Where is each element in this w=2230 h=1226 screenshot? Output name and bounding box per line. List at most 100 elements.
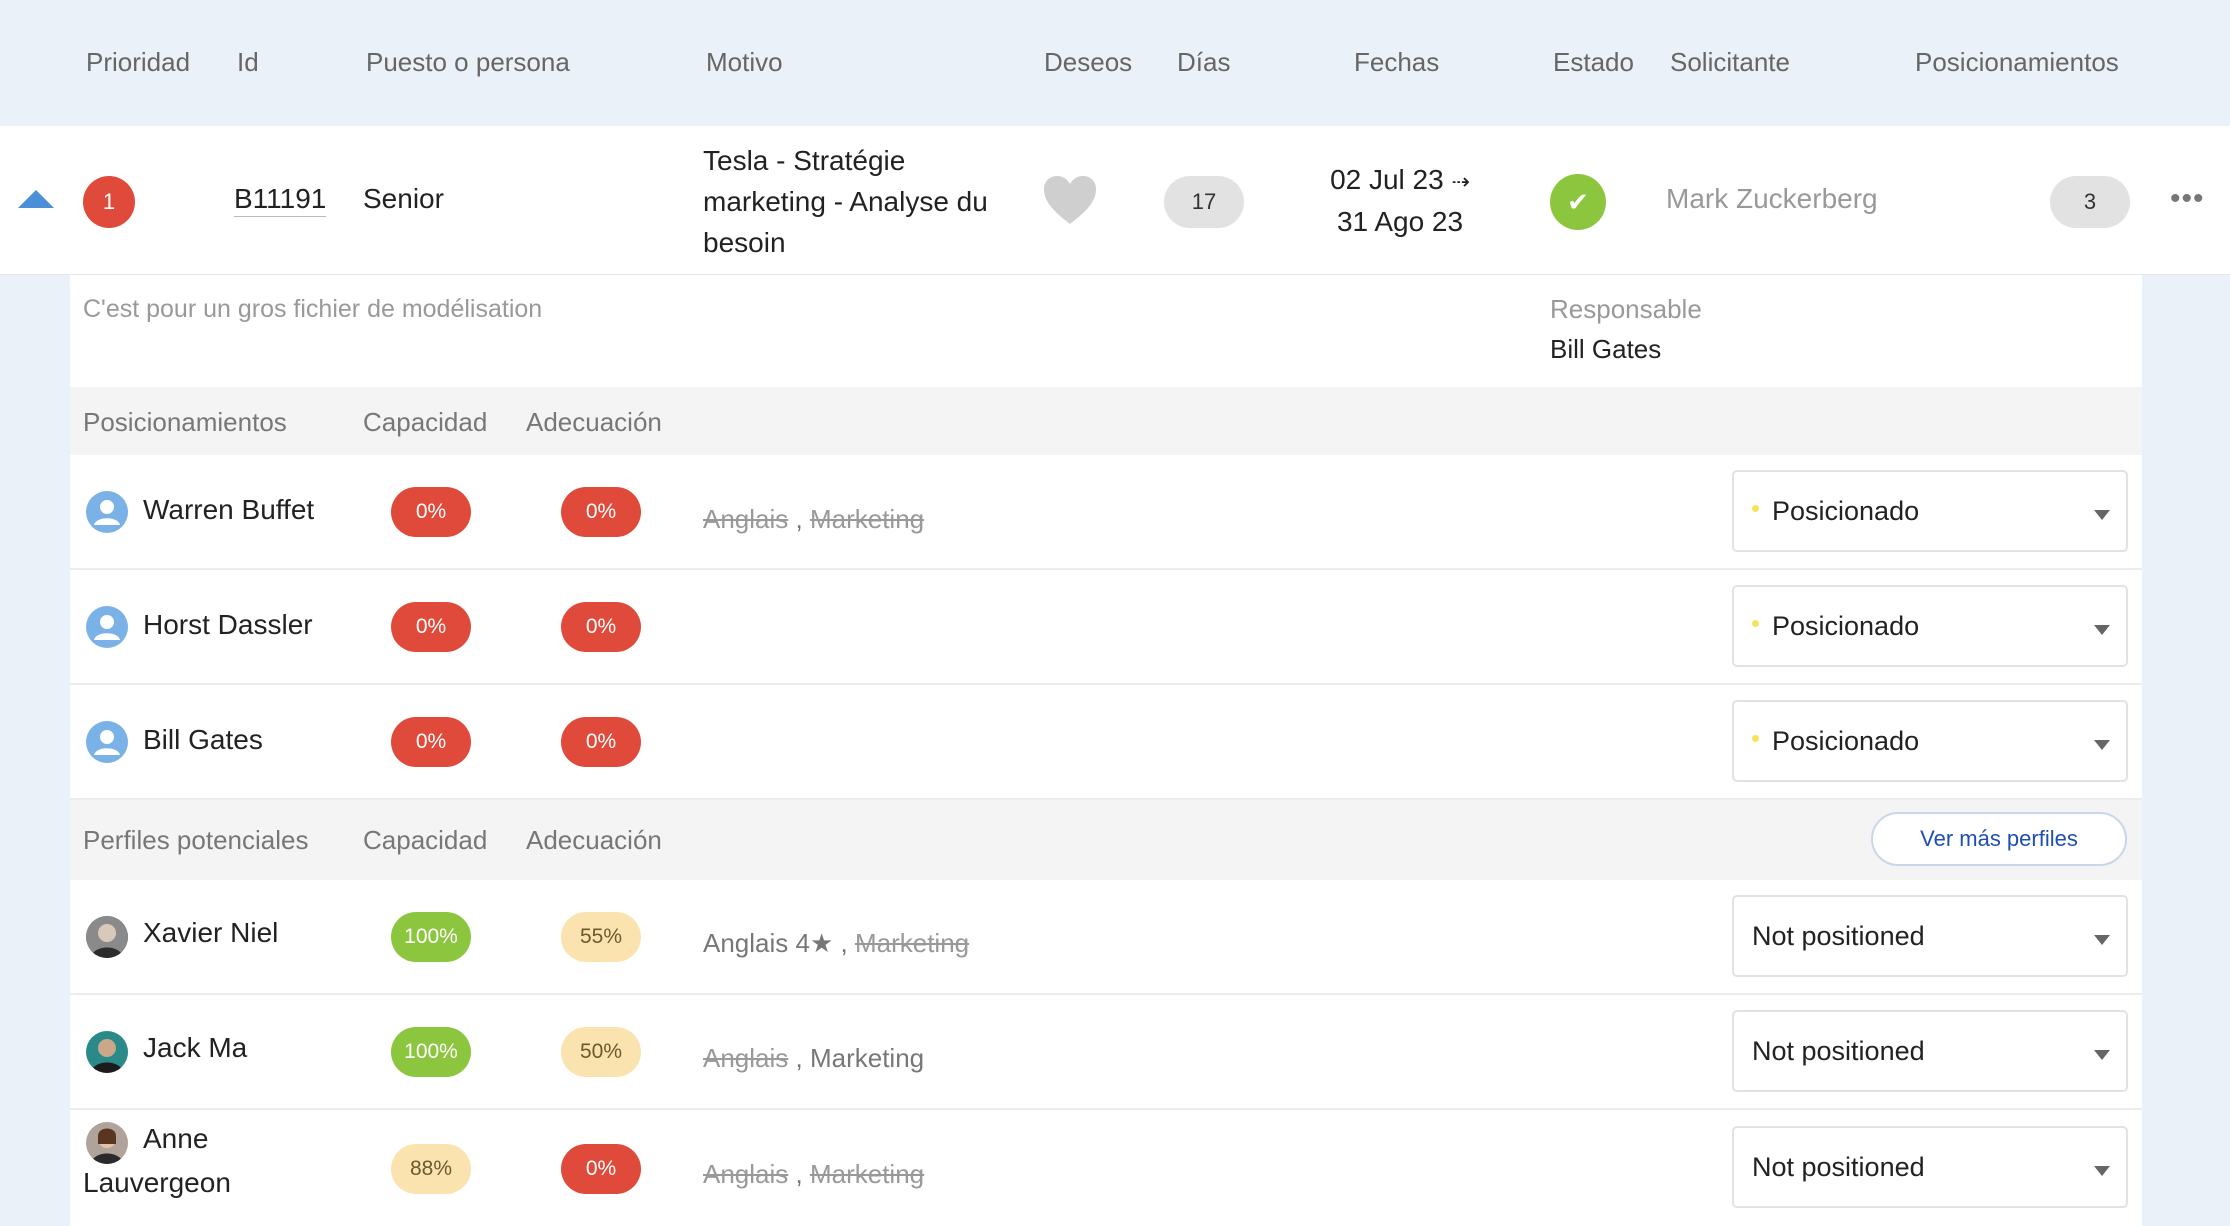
request-row[interactable]: 1 B11191 Senior Tesla - Stratégie market… [0,126,2230,275]
adecuacion-badge: 0% [561,602,641,652]
person-name[interactable]: Bill Gates [143,723,263,757]
skills-list: Anglais 4★ , Marketing [703,926,969,960]
status-dot-icon [1752,620,1759,627]
status-dropdown[interactable]: Posicionado [1732,700,2128,782]
potential-section-header: Perfiles potenciales Capacidad Adecuació… [70,800,2142,880]
star-icon: ★ [809,928,834,958]
status-dropdown[interactable]: Posicionado [1732,585,2128,667]
status-dropdown[interactable]: Posicionado [1732,470,2128,552]
skill-tag: Marketing [809,1043,925,1073]
see-more-profiles-button[interactable]: Ver más perfiles [1871,812,2127,866]
skills-list: Anglais , Marketing [703,1157,924,1191]
capacidad-badge: 0% [391,602,471,652]
fecha-fin: 31 Ago 23 [1336,206,1464,237]
skill-separator: , [833,928,855,958]
table-row[interactable]: Bill Gates 0% 0% Posicionado [70,685,2142,800]
status-dropdown-value: Posicionado [1772,726,1920,756]
adecuacion-badge: 0% [561,487,641,537]
more-options-icon[interactable]: ••• [2170,182,2205,216]
person-name[interactable]: Xavier Niel [143,916,278,950]
request-puesto: Senior [363,183,444,214]
request-solicitante: Mark Zuckerberg [1666,183,1878,214]
table-row[interactable]: Xavier Niel 100% 55% Anglais 4★ , Market… [70,880,2142,995]
request-motivo: Tesla - Stratégie marketing - Analyse du… [703,145,988,258]
avatar [86,1031,128,1073]
col-solicitante[interactable]: Solicitante [1670,44,1790,80]
request-description: C'est pour un gros fichier de modélisati… [83,295,543,323]
user-avatar-icon [86,721,128,763]
potential-section-title: Perfiles potenciales [83,825,309,855]
status-dropdown-value: Not positioned [1752,921,1925,951]
col-prioridad[interactable]: Prioridad [86,44,190,80]
col-puesto[interactable]: Puesto o persona [366,44,570,80]
adecuacion-badge: 0% [561,1144,641,1194]
status-dropdown[interactable]: Not positioned [1732,1126,2128,1208]
col-fechas[interactable]: Fechas [1354,44,1439,80]
person-name[interactable]: Horst Dassler [143,608,313,642]
person-name[interactable]: Warren Buffet [143,493,314,527]
collapse-chevron-up-icon[interactable] [18,190,54,208]
col-dias[interactable]: Días [1177,44,1230,80]
skill-tag: Marketing [809,504,925,534]
skill-tag: Marketing [809,1159,925,1189]
adecuacion-badge: 50% [561,1027,641,1077]
skill-tag: Anglais [703,504,789,534]
responsable-label: Responsable [1550,294,1702,324]
request-id-link[interactable]: B11191 [234,182,327,217]
potential-capacidad-header: Capacidad [363,825,488,855]
skill-separator: , [788,1159,810,1189]
col-motivo[interactable]: Motivo [706,44,783,80]
col-deseos[interactable]: Deseos [1044,44,1132,80]
skills-list: Anglais , Marketing [703,502,924,536]
positioned-section-title: Posicionamientos [83,407,287,437]
status-dropdown-value: Posicionado [1772,496,1920,526]
adecuacion-badge: 0% [561,717,641,767]
capacidad-badge: 100% [391,912,471,962]
skill-separator: , [788,1043,810,1073]
table-header: Prioridad Id Puesto o persona Motivo Des… [0,0,2230,127]
posicionamientos-count-badge[interactable]: 3 [2050,176,2130,228]
requests-page: Prioridad Id Puesto o persona Motivo Des… [0,0,2230,1226]
potential-adecuacion-header: Adecuación [526,825,662,855]
heart-icon[interactable] [1042,174,1098,226]
capacidad-badge: 0% [391,487,471,537]
status-dropdown[interactable]: Not positioned [1732,895,2128,977]
priority-badge: 1 [83,176,135,228]
positioned-capacidad-header: Capacidad [363,407,488,437]
person-name-continued[interactable]: Lauvergeon [83,1166,231,1200]
table-row[interactable]: Warren Buffet 0% 0% Anglais , Marketing … [70,455,2142,570]
status-check-icon: ✔ [1550,174,1606,230]
capacidad-badge: 88% [391,1144,471,1194]
status-dot-icon [1752,505,1759,512]
table-row[interactable]: Anne Lauvergeon 88% 0% Anglais , Marketi… [70,1110,2142,1226]
person-name[interactable]: Anne [143,1122,208,1156]
person-name[interactable]: Jack Ma [143,1031,247,1065]
col-id[interactable]: Id [237,44,259,80]
table-row[interactable]: Horst Dassler 0% 0% Posicionado [70,570,2142,685]
skill-separator: , [788,504,810,534]
table-row[interactable]: Jack Ma 100% 50% Anglais , Marketing Not… [70,995,2142,1110]
positioned-section-header: Posicionamientos Capacidad Adecuación [70,387,2142,455]
col-estado[interactable]: Estado [1553,44,1634,80]
skill-tag: Anglais [703,1159,789,1189]
avatar [86,1122,128,1164]
skill-tag: Anglais [703,1043,789,1073]
dias-badge: 17 [1164,176,1244,228]
status-dropdown-value: Not positioned [1752,1036,1925,1066]
col-posicionamientos[interactable]: Posicionamientos [1915,44,2119,80]
caret-down-icon [2094,935,2110,945]
positioned-adecuacion-header: Adecuación [526,407,662,437]
caret-down-icon [2094,1050,2110,1060]
request-dates: 02 Jul 23 ⇢ 31 Ago 23 [1300,160,1500,242]
skill-tag: Anglais 4 [703,928,810,958]
skill-tag: Marketing [854,928,970,958]
caret-down-icon [2094,625,2110,635]
status-dropdown[interactable]: Not positioned [1732,1010,2128,1092]
capacidad-badge: 100% [391,1027,471,1077]
responsable-name: Bill Gates [1550,334,1662,364]
user-avatar-icon [86,606,128,648]
capacidad-badge: 0% [391,717,471,767]
status-dropdown-value: Not positioned [1752,1152,1925,1182]
request-detail-panel: C'est pour un gros fichier de modélisati… [70,275,2142,1226]
arrow-right-icon: ⇢ [1451,169,1470,194]
